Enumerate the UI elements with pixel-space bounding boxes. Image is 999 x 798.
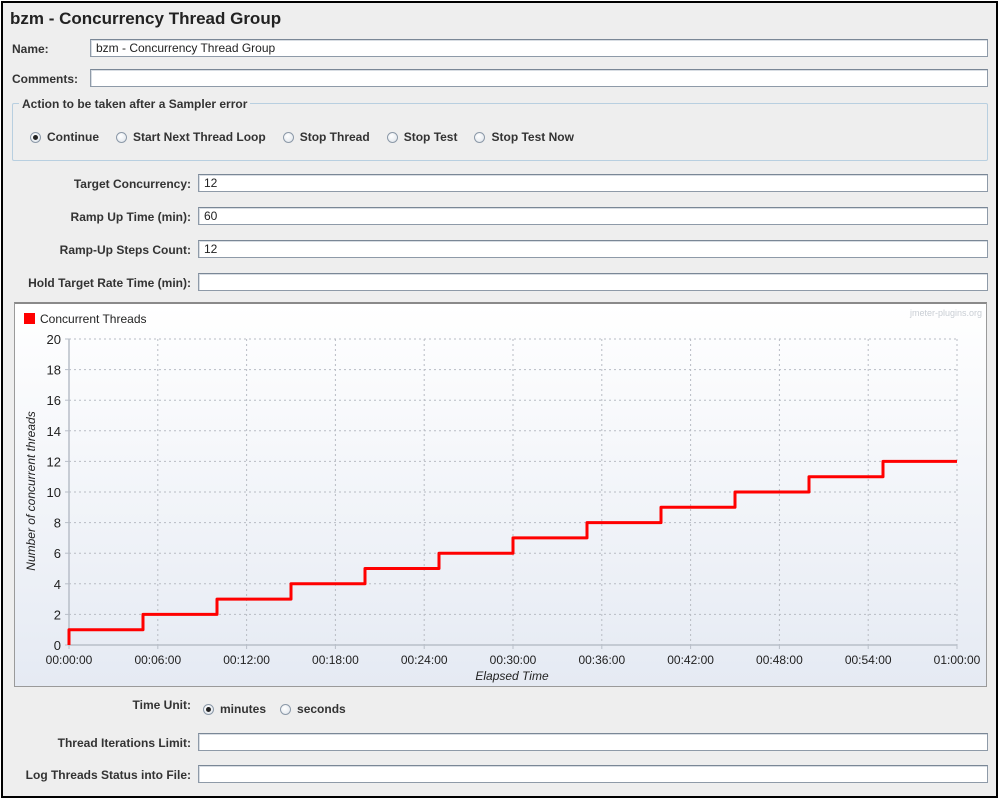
x-tick-label: 01:00:00 xyxy=(934,653,981,667)
radio-button-icon[interactable] xyxy=(474,131,486,143)
ramp-up-time-input[interactable] xyxy=(198,207,988,225)
x-tick-label: 00:06:00 xyxy=(134,653,181,667)
x-tick-label: 00:30:00 xyxy=(490,653,537,667)
ramp-up-time-label: Ramp Up Time (min): xyxy=(70,210,191,224)
x-tick-label: 00:00:00 xyxy=(46,653,93,667)
x-tick-label: 00:36:00 xyxy=(578,653,625,667)
radio-label: Stop Test xyxy=(403,130,458,144)
radio-button-selected-icon[interactable] xyxy=(30,131,41,143)
sampler-error-group-title: Action to be taken after a Sampler error xyxy=(19,97,251,111)
radio-label: seconds xyxy=(297,702,346,716)
iterations-limit-label: Thread Iterations Limit: xyxy=(57,736,191,750)
iterations-limit-input[interactable] xyxy=(198,733,988,751)
radio-label: Start Next Thread Loop xyxy=(133,130,266,144)
x-tick-label: 00:54:00 xyxy=(845,653,892,667)
radio-button-icon[interactable] xyxy=(280,703,292,715)
comments-label: Comments: xyxy=(12,72,79,86)
radio-button-icon[interactable] xyxy=(116,131,127,143)
radio-label: minutes xyxy=(220,702,267,716)
hold-time-input[interactable] xyxy=(198,273,988,291)
radio-stop-thread[interactable]: Stop Thread xyxy=(282,130,370,144)
y-tick-label: 16 xyxy=(47,393,61,408)
y-tick-label: 12 xyxy=(47,454,61,469)
x-tick-label: 00:18:00 xyxy=(312,653,359,667)
y-tick-label: 10 xyxy=(47,485,61,500)
chart-series xyxy=(67,459,958,645)
hold-time-label: Hold Target Rate Time (min): xyxy=(28,276,191,290)
legend-label: Concurrent Threads xyxy=(40,312,147,326)
y-tick-label: 20 xyxy=(47,332,61,347)
radio-seconds[interactable]: seconds xyxy=(280,702,346,716)
x-tick-label: 00:42:00 xyxy=(667,653,714,667)
time-unit-options: minutes seconds xyxy=(203,702,346,716)
x-tick-label: 00:24:00 xyxy=(401,653,448,667)
radio-stop-test-now[interactable]: Stop Test Now xyxy=(474,130,574,144)
watermark: jmeter-plugins.org xyxy=(909,308,982,318)
y-tick-label: 8 xyxy=(54,516,61,531)
radio-label: Continue xyxy=(47,130,99,144)
radio-button-icon[interactable] xyxy=(386,131,398,143)
y-tick-label: 18 xyxy=(47,363,61,378)
radio-button-icon[interactable] xyxy=(282,131,294,143)
radio-minutes[interactable]: minutes xyxy=(203,702,266,716)
y-tick-label: 6 xyxy=(54,546,61,561)
radio-continue[interactable]: Continue xyxy=(30,130,99,144)
name-label: Name: xyxy=(12,42,49,56)
y-tick-label: 2 xyxy=(54,607,61,622)
time-unit-label: Time Unit: xyxy=(132,698,191,712)
radio-stop-test[interactable]: Stop Test xyxy=(386,130,458,144)
chart-svg: 0 2 4 6 8 10 12 14 16 18 20 00:00:00 00:06:00 00:12:0… xyxy=(24,308,982,683)
y-tick-label: 0 xyxy=(54,638,61,653)
sampler-error-options: Continue Start Next Thread Loop Stop Thr… xyxy=(30,130,574,144)
x-tick-label: 00:12:00 xyxy=(223,653,270,667)
log-file-label: Log Threads Status into File: xyxy=(25,768,191,782)
radio-start-next-thread-loop[interactable]: Start Next Thread Loop xyxy=(116,130,266,144)
y-tick-label: 14 xyxy=(47,424,61,439)
x-axis-label: Elapsed Time xyxy=(475,669,549,683)
y-tick-label: 4 xyxy=(54,577,61,592)
log-file-input[interactable] xyxy=(198,765,988,783)
comments-input[interactable] xyxy=(90,69,988,87)
radio-label: Stop Thread xyxy=(299,130,370,144)
x-tick-label: 00:48:00 xyxy=(756,653,803,667)
radio-label: Stop Test Now xyxy=(491,130,574,144)
series-line-concurrent-threads xyxy=(67,459,957,645)
radio-button-selected-icon[interactable] xyxy=(203,703,214,715)
ramp-up-steps-input[interactable] xyxy=(198,240,988,258)
panel-title: bzm - Concurrency Thread Group xyxy=(10,9,282,28)
legend-swatch-icon xyxy=(24,313,35,324)
target-concurrency-input[interactable] xyxy=(198,174,988,192)
chart-grid xyxy=(69,338,958,645)
y-axis-label: Number of concurrent threads xyxy=(24,411,38,570)
target-concurrency-label: Target Concurrency: xyxy=(73,177,191,191)
ramp-up-steps-label: Ramp-Up Steps Count: xyxy=(59,243,191,257)
name-input[interactable] xyxy=(90,39,988,57)
thread-schedule-chart: 0 2 4 6 8 10 12 14 16 18 20 00:00:00 00:06:00 00:12:0… xyxy=(14,302,987,687)
